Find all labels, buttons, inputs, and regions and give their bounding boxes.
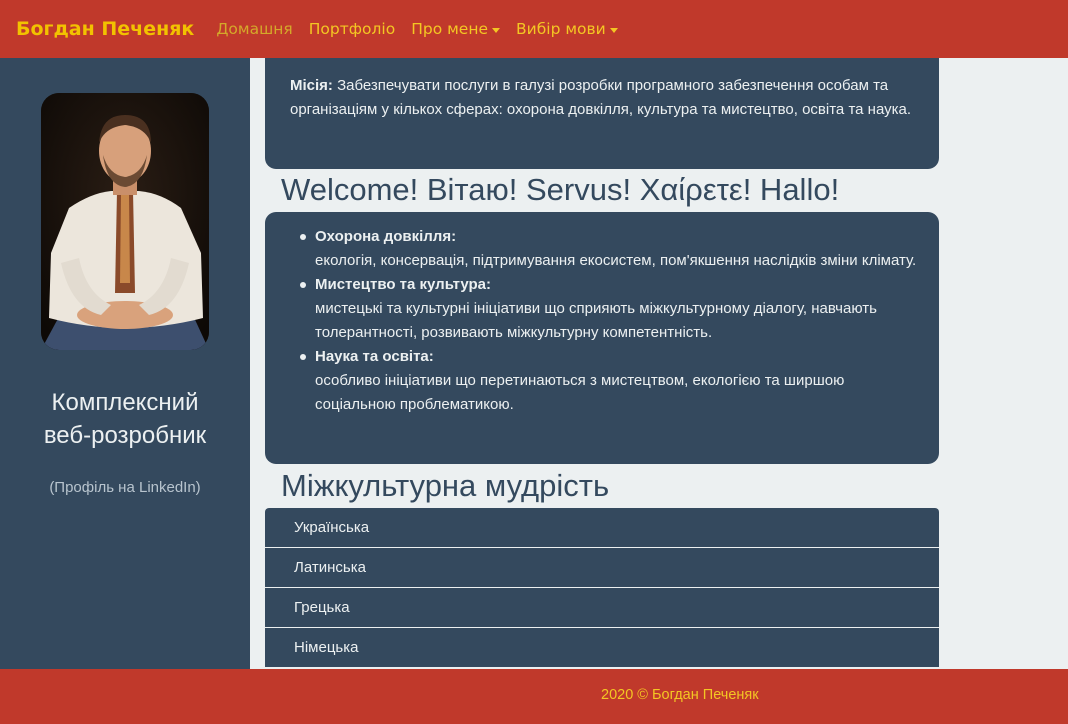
nav-portfolio[interactable]: Портфоліо bbox=[309, 20, 395, 38]
list-item: Мистецтво та культура: мистецькі та куль… bbox=[300, 273, 921, 345]
job-title: Комплексний веб-розробник bbox=[0, 386, 250, 452]
profile-photo bbox=[41, 93, 209, 350]
language-item-ukrainian[interactable]: Українська bbox=[265, 508, 939, 548]
language-list: Українська Латинська Грецька Німецька bbox=[265, 508, 939, 668]
sidebar: Комплексний веб-розробник (Профіль на Li… bbox=[0, 58, 250, 669]
chevron-down-icon bbox=[609, 27, 618, 33]
brand-link[interactable]: Богдан Печеняк bbox=[16, 18, 194, 40]
nav-home[interactable]: Домашня bbox=[216, 20, 292, 38]
areas-card: Охорона довкілля: екологія, консервація,… bbox=[265, 212, 939, 464]
language-item-german[interactable]: Німецька bbox=[265, 628, 939, 668]
area-description: екологія, консервація, підтримування еко… bbox=[315, 252, 917, 269]
area-description: мистецькі та культурні ініціативи що спр… bbox=[315, 300, 877, 341]
area-title: Мистецтво та культура: bbox=[315, 276, 491, 293]
list-item: Наука та освіта: особливо ініціативи що … bbox=[300, 345, 921, 417]
wisdom-heading: Міжкультурна мудрість bbox=[281, 468, 610, 503]
footer: 2020 © Богдан Печеняк bbox=[0, 669, 1068, 724]
nav-about-dropdown[interactable]: Про мене bbox=[411, 20, 501, 38]
footer-copyright: 2020 © Богдан Печеняк bbox=[601, 687, 759, 703]
list-item: Охорона довкілля: екологія, консервація,… bbox=[300, 225, 921, 273]
mission-card: Місія: Забезпечувати послуги в галузі ро… bbox=[265, 58, 939, 169]
nav-language-dropdown[interactable]: Вибір мови bbox=[516, 20, 618, 38]
chevron-down-icon bbox=[492, 27, 501, 33]
job-title-line2: веб-розробник bbox=[43, 422, 207, 449]
area-description: особливо ініціативи що перетинаються з м… bbox=[315, 372, 845, 413]
areas-list: Охорона довкілля: екологія, консервація,… bbox=[300, 225, 921, 417]
language-item-latin[interactable]: Латинська bbox=[265, 548, 939, 588]
mission-text: Забезпечувати послуги в галузі розробки … bbox=[290, 77, 912, 118]
job-title-line1: Комплексний bbox=[51, 389, 199, 416]
linkedin-profile-link[interactable]: (Профіль на LinkedIn) bbox=[0, 479, 250, 496]
nav-language-label: Вибір мови bbox=[516, 20, 606, 38]
welcome-heading: Welcome! Вітаю! Servus! Χαίρετε! Hallo! bbox=[281, 172, 840, 207]
area-title: Охорона довкілля: bbox=[315, 228, 457, 245]
language-item-greek[interactable]: Грецька bbox=[265, 588, 939, 628]
area-title: Наука та освіта: bbox=[315, 348, 434, 365]
top-navbar: Богдан Печеняк Домашня Портфоліо Про мен… bbox=[0, 0, 1068, 58]
nav-about-label: Про мене bbox=[411, 20, 489, 38]
mission-label: Місія: bbox=[290, 77, 333, 94]
